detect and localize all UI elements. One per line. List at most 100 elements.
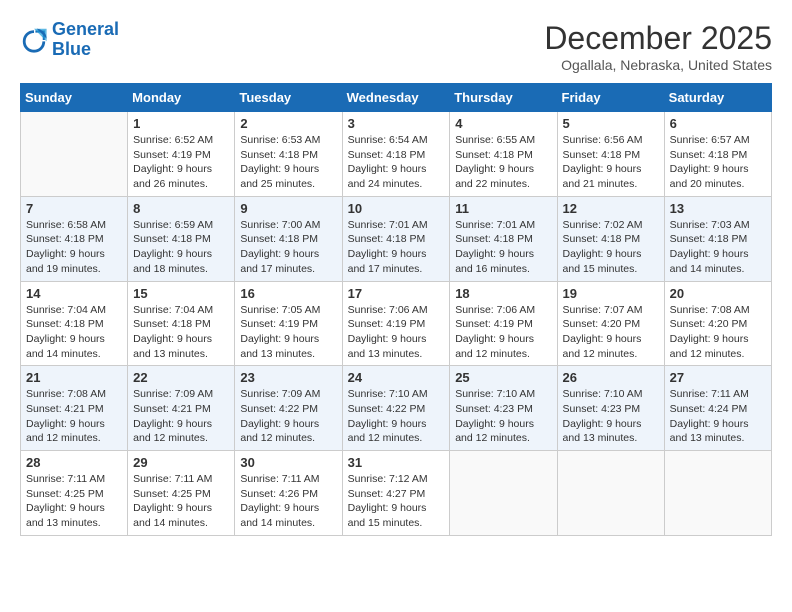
calendar-cell: 28 Sunrise: 7:11 AMSunset: 4:25 PMDayligh… (21, 451, 128, 536)
day-info: Sunrise: 7:08 AMSunset: 4:21 PMDaylight:… (26, 387, 122, 446)
page-header: General Blue December 2025 Ogallala, Neb… (20, 20, 772, 73)
day-info: Sunrise: 7:01 AMSunset: 4:18 PMDaylight:… (455, 218, 551, 277)
calendar-cell (557, 451, 664, 536)
calendar-week-row: 28 Sunrise: 7:11 AMSunset: 4:25 PMDayligh… (21, 451, 772, 536)
day-info: Sunrise: 7:11 AMSunset: 4:26 PMDaylight:… (240, 472, 336, 531)
calendar-cell: 30Sunrise: 7:11 AMSunset: 4:26 PMDayligh… (235, 451, 342, 536)
weekday-header-thursday: Thursday (450, 84, 557, 112)
calendar-cell: 23Sunrise: 7:09 AMSunset: 4:22 PMDayligh… (235, 366, 342, 451)
day-number: 1 (133, 116, 229, 131)
logo: General Blue (20, 20, 119, 60)
day-number: 22 (133, 370, 229, 385)
calendar-cell: 13Sunrise: 7:03 AMSunset: 4:18 PMDayligh… (664, 196, 771, 281)
day-number: 26 (563, 370, 659, 385)
day-info: Sunrise: 7:01 AMSunset: 4:18 PMDaylight:… (348, 218, 445, 277)
day-info: Sunrise: 6:52 AMSunset: 4:19 PMDaylight:… (133, 133, 229, 192)
weekday-header-saturday: Saturday (664, 84, 771, 112)
day-number: 21 (26, 370, 122, 385)
day-number: 11 (455, 201, 551, 216)
calendar-cell: 14 Sunrise: 7:04 AMSunset: 4:18 PMDayligh… (21, 281, 128, 366)
calendar-cell: 31 Sunrise: 7:12 AMSunset: 4:27 PMDayligh… (342, 451, 450, 536)
weekday-header-wednesday: Wednesday (342, 84, 450, 112)
weekday-header-tuesday: Tuesday (235, 84, 342, 112)
calendar-cell: 10 Sunrise: 7:01 AMSunset: 4:18 PMDayligh… (342, 196, 450, 281)
day-number: 9 (240, 201, 336, 216)
day-info: Sunrise: 7:02 AMSunset: 4:18 PMDaylight:… (563, 218, 659, 277)
day-info: Sunrise: 7:05 AMSunset: 4:19 PMDaylight:… (240, 303, 336, 362)
day-number: 29 (133, 455, 229, 470)
calendar-cell (664, 451, 771, 536)
calendar-cell (21, 112, 128, 197)
day-number: 5 (563, 116, 659, 131)
day-info: Sunrise: 6:58 AMSunset: 4:18 PMDaylight:… (26, 218, 122, 277)
day-number: 24 (348, 370, 445, 385)
day-number: 7 (26, 201, 122, 216)
day-number: 18 (455, 286, 551, 301)
calendar-cell: 20 Sunrise: 7:08 AMSunset: 4:20 PMDayligh… (664, 281, 771, 366)
calendar-cell: 15 Sunrise: 7:04 AMSunset: 4:18 PMDayligh… (128, 281, 235, 366)
calendar-cell: 19 Sunrise: 7:07 AMSunset: 4:20 PMDayligh… (557, 281, 664, 366)
day-info: Sunrise: 7:04 AMSunset: 4:18 PMDaylight:… (26, 303, 122, 362)
calendar-week-row: 7 Sunrise: 6:58 AMSunset: 4:18 PMDaylight… (21, 196, 772, 281)
calendar-cell: 24Sunrise: 7:10 AMSunset: 4:22 PMDayligh… (342, 366, 450, 451)
day-info: Sunrise: 7:10 AMSunset: 4:23 PMDaylight:… (455, 387, 551, 446)
day-number: 17 (348, 286, 445, 301)
day-info: Sunrise: 7:04 AMSunset: 4:18 PMDaylight:… (133, 303, 229, 362)
day-info: Sunrise: 7:11 AMSunset: 4:25 PMDaylight:… (26, 472, 122, 531)
day-info: Sunrise: 7:06 AMSunset: 4:19 PMDaylight:… (455, 303, 551, 362)
logo-icon (20, 26, 48, 54)
weekday-header-monday: Monday (128, 84, 235, 112)
day-info: Sunrise: 7:00 AMSunset: 4:18 PMDaylight:… (240, 218, 336, 277)
calendar-cell: 16 Sunrise: 7:05 AMSunset: 4:19 PMDayligh… (235, 281, 342, 366)
calendar-cell: 12 Sunrise: 7:02 AMSunset: 4:18 PMDayligh… (557, 196, 664, 281)
calendar-cell: 5 Sunrise: 6:56 AMSunset: 4:18 PMDaylight… (557, 112, 664, 197)
day-info: Sunrise: 7:11 AMSunset: 4:25 PMDaylight:… (133, 472, 229, 531)
day-info: Sunrise: 6:56 AMSunset: 4:18 PMDaylight:… (563, 133, 659, 192)
calendar-cell: 3 Sunrise: 6:54 AMSunset: 4:18 PMDaylight… (342, 112, 450, 197)
day-info: Sunrise: 7:12 AMSunset: 4:27 PMDaylight:… (348, 472, 445, 531)
logo-text: General Blue (52, 20, 119, 60)
day-info: Sunrise: 7:10 AMSunset: 4:23 PMDaylight:… (563, 387, 659, 446)
weekday-header-row: SundayMondayTuesdayWednesdayThursdayFrid… (21, 84, 772, 112)
calendar-cell: 22 Sunrise: 7:09 AMSunset: 4:21 PMDayligh… (128, 366, 235, 451)
day-number: 15 (133, 286, 229, 301)
calendar-cell (450, 451, 557, 536)
day-info: Sunrise: 7:07 AMSunset: 4:20 PMDaylight:… (563, 303, 659, 362)
day-info: Sunrise: 7:09 AMSunset: 4:21 PMDaylight:… (133, 387, 229, 446)
day-number: 12 (563, 201, 659, 216)
calendar-cell: 4 Sunrise: 6:55 AMSunset: 4:18 PMDaylight… (450, 112, 557, 197)
day-number: 28 (26, 455, 122, 470)
day-number: 8 (133, 201, 229, 216)
calendar-cell: 21 Sunrise: 7:08 AMSunset: 4:21 PMDayligh… (21, 366, 128, 451)
day-number: 16 (240, 286, 336, 301)
calendar-week-row: 21 Sunrise: 7:08 AMSunset: 4:21 PMDayligh… (21, 366, 772, 451)
day-number: 27 (670, 370, 766, 385)
day-number: 4 (455, 116, 551, 131)
day-info: Sunrise: 6:54 AMSunset: 4:18 PMDaylight:… (348, 133, 445, 192)
day-number: 19 (563, 286, 659, 301)
calendar-week-row: 14 Sunrise: 7:04 AMSunset: 4:18 PMDayligh… (21, 281, 772, 366)
day-number: 6 (670, 116, 766, 131)
calendar-cell: 29 Sunrise: 7:11 AMSunset: 4:25 PMDayligh… (128, 451, 235, 536)
calendar-cell: 6 Sunrise: 6:57 AMSunset: 4:18 PMDaylight… (664, 112, 771, 197)
day-info: Sunrise: 6:55 AMSunset: 4:18 PMDaylight:… (455, 133, 551, 192)
day-number: 10 (348, 201, 445, 216)
day-info: Sunrise: 7:09 AMSunset: 4:22 PMDaylight:… (240, 387, 336, 446)
day-number: 20 (670, 286, 766, 301)
day-info: Sunrise: 7:06 AMSunset: 4:19 PMDaylight:… (348, 303, 445, 362)
calendar: SundayMondayTuesdayWednesdayThursdayFrid… (20, 83, 772, 536)
day-number: 31 (348, 455, 445, 470)
title-area: December 2025 Ogallala, Nebraska, United… (544, 20, 772, 73)
day-info: Sunrise: 6:59 AMSunset: 4:18 PMDaylight:… (133, 218, 229, 277)
day-number: 14 (26, 286, 122, 301)
calendar-cell: 26 Sunrise: 7:10 AMSunset: 4:23 PMDayligh… (557, 366, 664, 451)
day-number: 25 (455, 370, 551, 385)
weekday-header-friday: Friday (557, 84, 664, 112)
calendar-cell: 11 Sunrise: 7:01 AMSunset: 4:18 PMDayligh… (450, 196, 557, 281)
location: Ogallala, Nebraska, United States (544, 57, 772, 73)
day-info: Sunrise: 6:57 AMSunset: 4:18 PMDaylight:… (670, 133, 766, 192)
day-info: Sunrise: 7:08 AMSunset: 4:20 PMDaylight:… (670, 303, 766, 362)
day-number: 3 (348, 116, 445, 131)
month-title: December 2025 (544, 20, 772, 57)
weekday-header-sunday: Sunday (21, 84, 128, 112)
